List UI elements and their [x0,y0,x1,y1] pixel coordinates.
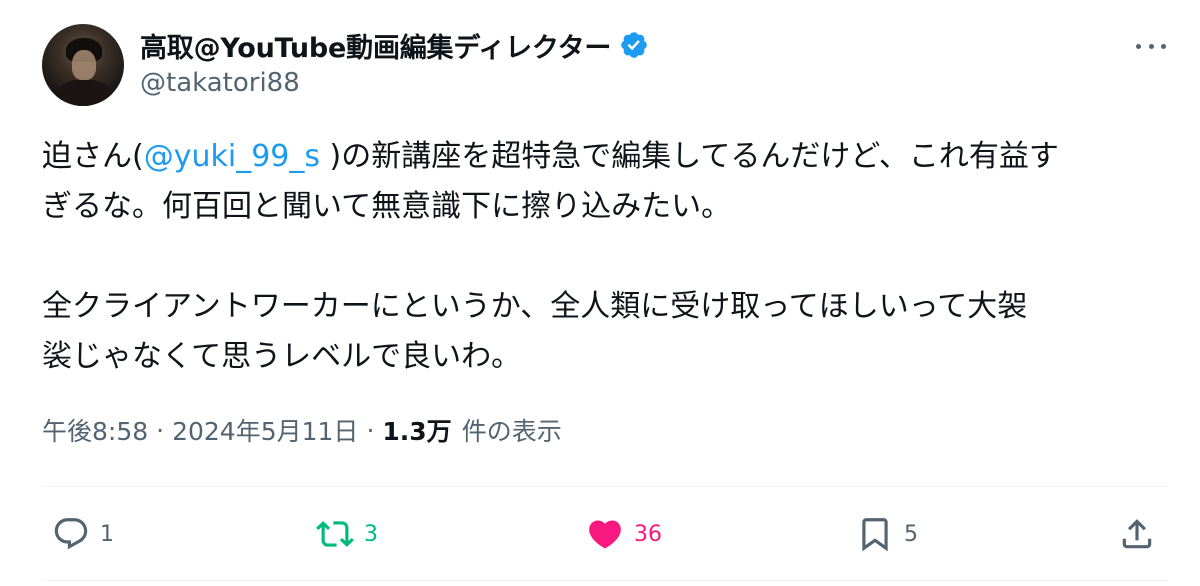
like-count: 36 [634,521,662,547]
tweet-line: 全クライアントワーカーにというか、全人類に受け取ってほしいって大袈 [42,289,1028,324]
tweet-text: 迫さん(@yuki_99_s )の新講座を超特急で編集してるんだけど、これ有益す… [42,132,1162,382]
author-display-name[interactable]: 高取@YouTube動画編集ディレクター [140,26,611,65]
more-icon[interactable] [1136,36,1166,56]
more-dot [1148,43,1154,49]
reply-button[interactable]: 1 [52,514,114,554]
tweet-meta: 午後8:58 · 2024年5月11日 · 1.3万 件の表示 [42,412,562,448]
tweet-date[interactable]: 2024年5月11日 [172,412,358,448]
mention-link[interactable]: @yuki_99_s [144,139,320,174]
divider [42,486,1168,487]
meta-separator: · [156,415,165,445]
tweet-card: 高取@YouTube動画編集ディレクター @takatori88 迫さん(@yu… [0,0,1200,586]
tweet-line: 迫さん(@yuki_99_s )の新講座を超特急で編集してるんだけど、これ有益す [42,132,1162,182]
tweet-text-segment: 迫さん( [42,139,144,174]
more-dot [1136,43,1141,49]
bookmark-count: 5 [904,521,918,547]
like-heart-icon [589,520,621,549]
views-count[interactable]: 1.3万 [382,412,451,448]
divider [42,580,1168,581]
retweet-icon [316,521,354,547]
tweet-line: 裟じゃなくて思うレベルで良いわ。 [42,339,522,374]
bookmark-button[interactable]: 5 [856,514,918,554]
meta-separator: · [366,415,375,445]
views-label: 件の表示 [461,417,562,446]
avatar[interactable] [42,24,124,106]
avatar-body [56,80,112,106]
more-dot [1161,43,1166,49]
share-button[interactable] [1118,514,1156,554]
verified-badge-icon [621,32,647,58]
like-button[interactable]: 36 [586,514,662,554]
action-bar: 1 3 36 5 [0,506,1200,562]
reply-icon [54,518,88,550]
tweet-time[interactable]: 午後8:58 [42,412,148,448]
share-icon [1122,519,1152,549]
avatar-face [72,50,96,80]
author-name-row: 高取@YouTube動画編集ディレクター [140,26,649,64]
tweet-text-segment: )の新講座を超特急で編集してるんだけど、これ有益す [320,139,1059,174]
author-handle[interactable]: @takatori88 [140,68,300,98]
retweet-button[interactable]: 3 [316,514,378,554]
reply-count: 1 [100,521,114,547]
retweet-count: 3 [364,521,378,547]
tweet-line: ぎるな。何百回と聞いて無意識下に擦り込みたい。 [42,189,732,224]
bookmark-icon [862,518,888,552]
